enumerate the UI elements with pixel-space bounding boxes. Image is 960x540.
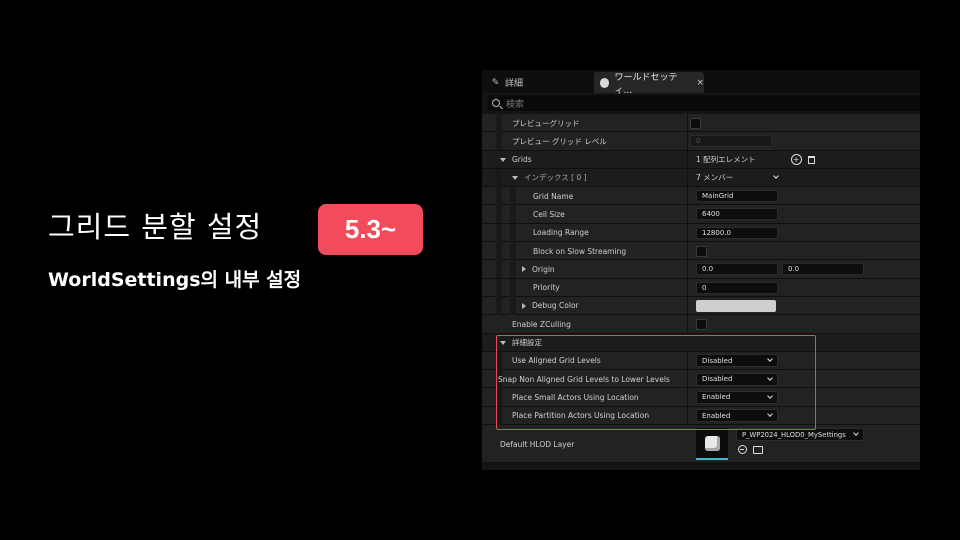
property-row-origin: Origin 0.0 0.0 [482,260,920,279]
property-row-place-partition-actors: Place Partition Actors Using Location En… [482,406,920,426]
origin-y-field[interactable]: 0.0 [782,263,864,276]
property-label: インデックス [ 0 ] [524,173,587,183]
property-label: Default HLOD Layer [500,439,575,449]
property-label: Place Partition Actors Using Location [512,411,650,421]
property-label: Priority [533,283,560,293]
grid-name-field[interactable]: MainGrid [696,190,778,203]
property-label: Block on Slow Streaming [533,246,627,256]
property-label: Snap Non Aligned Grid Levels to Lower Le… [498,374,670,384]
cell-size-field[interactable]: 6400 [696,208,778,221]
tab-bar: ✎ 詳細 ワールドセッティ... × [482,70,920,96]
dropdown-value: P_WP2024_HLOD0_MySettings [742,430,846,439]
asset-buttons [738,445,763,455]
indent-guide [496,114,502,132]
property-label: Origin [532,264,555,274]
place-small-actors-dropdown[interactable]: Enabled [696,390,778,404]
dropdown-value: Disabled [702,375,733,384]
dropdown-value: Enabled [702,411,731,420]
priority-field[interactable]: 0 [696,281,778,294]
hlod-layer-dropdown[interactable]: P_WP2024_HLOD0_MySettings [736,428,864,442]
asset-thumbnail[interactable] [696,428,728,461]
property-row-cell-size: Cell Size 6400 [482,205,920,224]
property-label: Enable ZCulling [512,319,571,329]
expand-arrow-icon[interactable] [500,340,506,345]
trash-icon[interactable] [807,155,815,164]
add-element-icon[interactable]: + [790,154,802,166]
property-label: Place Small Actors Using Location [512,392,639,402]
property-label: Use Aligned Grid Levels [512,356,601,366]
close-icon[interactable]: × [696,78,704,88]
preview-grid-checkbox[interactable] [690,117,701,129]
chevron-down-icon [767,374,773,381]
property-row-place-small-actors: Place Small Actors Using Location Enable… [482,388,920,407]
property-row-priority: Priority 0 [482,278,920,297]
tab-details-label: 詳細 [505,79,524,89]
tab-world-label: ワールドセッティ... [614,72,678,96]
tab-details[interactable]: ✎ 詳細 [486,72,591,93]
details-panel: ✎ 詳細 ワールドセッティ... × 検索 プレビューグリッド プレビュー グリ… [482,70,920,470]
search-icon [492,99,500,107]
chevron-down-icon [767,393,773,399]
origin-x-field[interactable]: 0.0 [696,263,778,276]
property-row-debug-color: Debug Color [482,296,920,316]
expand-arrow-icon[interactable] [512,175,518,180]
place-partition-actors-dropdown[interactable]: Enabled [696,409,778,423]
chevron-down-icon [853,430,859,436]
property-row-preview-grid: プレビューグリッド [482,114,920,133]
property-label: プレビューグリッド [512,118,580,128]
version-badge: 5.3~ [318,204,423,255]
property-label: Grids [512,155,532,165]
property-label: Grid Name [533,191,574,201]
slide-subtitle: WorldSettings의 내부 설정 [48,269,302,291]
property-row-grids[interactable]: Grids 1 配列エレメント + [482,150,920,169]
property-row-advanced-settings[interactable]: 詳細設定 [482,333,920,352]
search-placeholder: 検索 [506,99,525,110]
property-row-block-on-slow-streaming: Block on Slow Streaming [482,242,920,261]
property-row-snap-non-aligned: Snap Non Aligned Grid Levels to Lower Le… [482,370,920,389]
property-label: Debug Color [532,301,579,311]
property-list: プレビューグリッド プレビュー グリッド レベル 0 Grids 1 配列エレメ… [482,114,920,464]
property-label: Loading Range [533,228,589,238]
property-row-preview-grid-level: プレビュー グリッド レベル 0 [482,132,920,151]
property-row-grid-name: Grid Name MainGrid [482,187,920,206]
chevron-down-icon [767,356,773,363]
property-row-index[interactable]: インデックス [ 0 ] 7 メンバー [482,168,920,188]
expand-arrow-icon[interactable] [522,266,526,273]
expand-arrow-icon[interactable] [500,157,506,162]
snap-non-aligned-dropdown[interactable]: Disabled [696,372,778,386]
use-aligned-grid-levels-dropdown[interactable]: Disabled [696,354,778,368]
chevron-down-icon[interactable] [773,173,779,180]
chevron-down-icon [767,411,773,418]
tab-world-settings[interactable]: ワールドセッティ... × [594,72,704,96]
property-label: 詳細設定 [512,338,542,348]
globe-icon [600,77,610,88]
array-count: 1 配列エレメント [696,155,756,165]
property-row-default-hlod-layer: Default HLOD Layer P_WP2024_HLOD0_MySett… [482,425,920,464]
pencil-icon: ✎ [491,77,500,88]
enable-zculling-checkbox[interactable] [696,318,707,330]
cube-icon [704,435,720,451]
dropdown-value: Disabled [702,356,733,365]
property-label: Cell Size [533,209,565,219]
slide-title: 그리드 분할 설정 [48,210,263,244]
use-selected-icon[interactable] [738,445,747,455]
property-row-use-aligned-grid-levels: Use Aligned Grid Levels Disabled [482,351,920,371]
property-row-enable-zculling: Enable ZCulling [482,315,920,334]
browse-folder-icon[interactable] [753,445,763,454]
dropdown-value: Enabled [702,393,731,402]
property-row-loading-range: Loading Range 12800.0 [482,223,920,243]
debug-color-swatch[interactable] [696,299,776,312]
member-count: 7 メンバー [696,173,734,183]
property-label: プレビュー グリッド レベル [512,136,607,146]
expand-arrow-icon[interactable] [522,302,526,309]
preview-grid-level-field[interactable]: 0 [690,135,772,148]
block-on-slow-checkbox[interactable] [696,245,707,257]
loading-range-field[interactable]: 12800.0 [696,226,778,239]
search-input[interactable]: 検索 [488,95,920,111]
